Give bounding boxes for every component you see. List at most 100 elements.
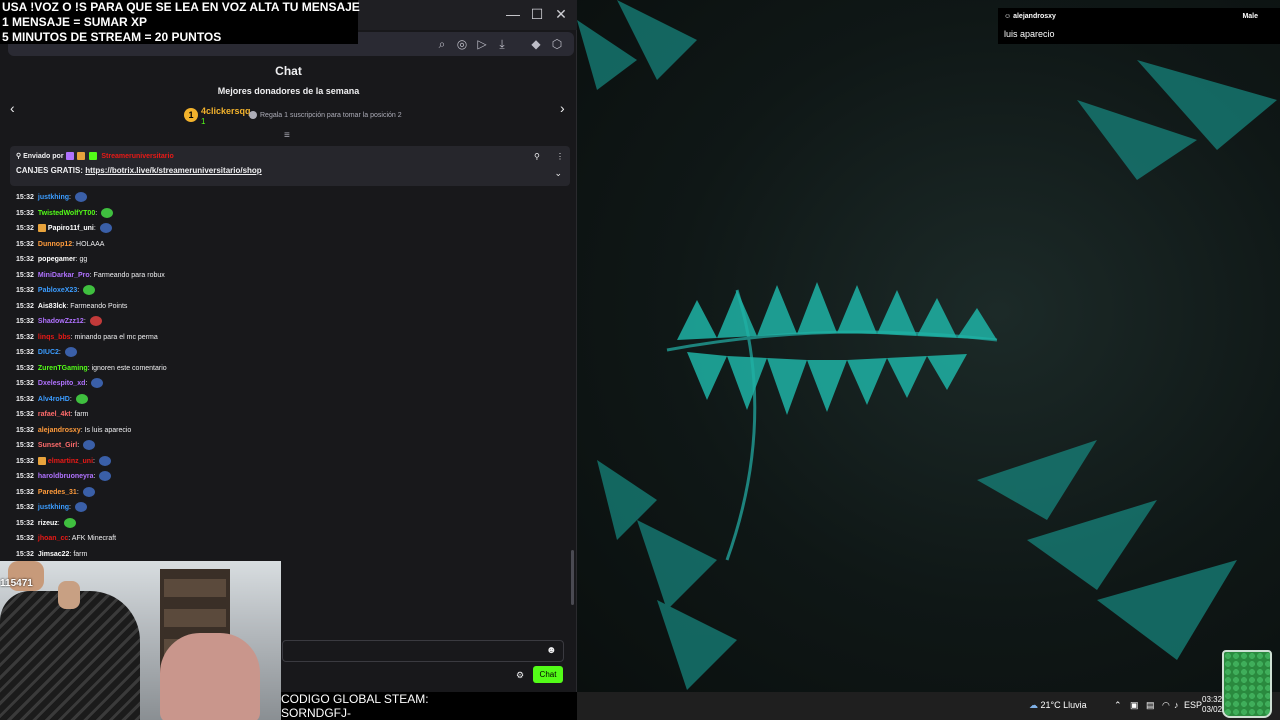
cube-icon[interactable]: ⬡ — [549, 36, 565, 52]
donor-name[interactable]: 4clickersqq — [201, 106, 251, 116]
chat-input[interactable] — [282, 640, 564, 662]
more-options-icon[interactable]: ⋮ — [556, 152, 564, 161]
message-username[interactable]: Alv4roHD — [38, 396, 70, 403]
overlay-line: USA !VOZ O !S PARA QUE SE LEA EN VOZ ALT… — [2, 0, 360, 14]
chair-image — [160, 633, 260, 720]
message-username[interactable]: Sunset_Girl — [38, 442, 77, 449]
pinned-link[interactable]: https://botrix.live/k/streameruniversita… — [85, 166, 262, 175]
tray-app-icon[interactable]: ▣ — [1130, 700, 1139, 711]
message-separator: : — [83, 318, 88, 325]
message-username[interactable]: Ais83lck — [38, 303, 66, 310]
message-time: 15:32 — [16, 302, 34, 310]
donor-count: 1 — [201, 117, 206, 126]
chat-message: 15:32 rafael_4kt: farm — [16, 407, 566, 423]
message-username[interactable]: alejandrosxy — [38, 427, 81, 434]
message-time: 15:32 — [16, 240, 34, 248]
next-arrow-icon[interactable]: › — [560, 100, 565, 116]
shield-icon[interactable]: ◎ — [454, 36, 470, 52]
message-username[interactable]: Dxelespito_xd — [38, 380, 85, 387]
message-username[interactable]: MiniDarkar_Pro — [38, 272, 90, 279]
badge-icon — [65, 152, 74, 161]
zoom-icon[interactable]: ⌕ — [434, 36, 450, 52]
message-username[interactable]: jhoan_cc — [38, 535, 68, 542]
volume-icon[interactable]: ♪ — [1174, 700, 1179, 710]
desktop-wallpaper — [577, 0, 1280, 692]
close-button[interactable]: ✕ — [549, 6, 573, 23]
chat-message: 15:32 alejandrosxy: Is luis aparecio — [16, 423, 566, 439]
message-text: Is luis aparecio — [84, 426, 132, 434]
chat-message: 15:32 Sunset_Girl: — [16, 438, 566, 454]
message-username[interactable]: ZurenTGaming — [38, 365, 88, 372]
message-time: 15:32 — [16, 504, 34, 511]
message-text: farm — [73, 550, 88, 558]
message-username[interactable]: haroldbruoneyra — [38, 473, 94, 480]
extension-icon[interactable]: ◆ — [528, 36, 544, 52]
message-separator: : — [93, 225, 98, 232]
chat-message: 15:32 Jimsac22: farm — [16, 547, 566, 563]
send-chat-button[interactable]: Chat — [533, 666, 563, 683]
message-username[interactable]: Dunnop12 — [38, 241, 72, 248]
message-username[interactable]: ShadowZzz12 — [38, 318, 84, 325]
overlay-line: 1 MENSAJE = SUMAR XP — [2, 15, 148, 29]
emote-icon — [91, 378, 104, 389]
message-time: 15:32 — [16, 225, 34, 232]
message-separator: : — [57, 519, 62, 527]
message-text: farm — [74, 411, 89, 418]
message-username[interactable]: linqs_bbs — [38, 334, 71, 341]
message-separator: : — [58, 349, 63, 356]
emote-icon — [63, 517, 76, 528]
emote-icon — [101, 207, 114, 218]
emote-icon — [74, 502, 87, 513]
message-list: 15:32 justkhing: 15:32 TwistedWolfYT00: 15… — [16, 190, 566, 562]
message-time: 15:32 — [16, 442, 34, 449]
clock-date: 03/02/ — [1202, 705, 1225, 714]
message-time: 15:32 — [16, 380, 34, 387]
message-time: 15:32 — [16, 550, 34, 558]
message-username[interactable]: Jimsac22 — [38, 551, 70, 558]
gear-icon[interactable]: ⚙ — [516, 670, 524, 681]
pin-icon[interactable]: ⚲ — [534, 152, 540, 161]
collapse-icon[interactable]: ≡ — [284, 130, 290, 141]
message-username[interactable]: rizeuz — [38, 520, 58, 527]
prev-arrow-icon[interactable]: ‹ — [10, 100, 15, 116]
chat-message: 15:32 Alv4roHD: — [16, 392, 566, 408]
emote-icon — [99, 471, 112, 482]
wifi-icon[interactable]: ◠ — [1162, 700, 1170, 711]
language-indicator[interactable]: ESP — [1184, 700, 1202, 710]
message-username[interactable]: rafael_4kt — [38, 411, 71, 418]
info-icon — [249, 111, 257, 119]
weather-widget[interactable]: ☁ 21°C Lluvia — [1029, 700, 1087, 711]
message-username[interactable]: TwistedWolfYT00 — [38, 210, 95, 217]
download-icon[interactable]: ⤓ — [494, 36, 510, 52]
clock[interactable]: 03:32 03/02/ — [1202, 695, 1224, 715]
message-text: HOLAAA — [76, 240, 105, 248]
tray-app-icon[interactable]: ▤ — [1146, 700, 1155, 711]
message-text: gg — [79, 256, 88, 263]
message-time: 15:32 — [16, 256, 34, 263]
minimize-button[interactable]: — — [501, 6, 525, 22]
chevron-up-icon[interactable]: ⌃ — [1114, 700, 1122, 711]
message-username[interactable]: elmartinz_uni — [48, 458, 93, 465]
notification-user: ☺ alejandrosxy — [1004, 13, 1056, 20]
message-username[interactable]: Paredes_31 — [38, 489, 77, 496]
chat-message: 15:32 rizeuz: — [16, 516, 566, 532]
scrollbar[interactable] — [571, 550, 574, 605]
message-username[interactable]: justkhing — [38, 504, 69, 511]
message-separator: : — [69, 504, 73, 511]
message-username[interactable]: Papiro11f_uni — [48, 225, 94, 232]
emoji-icon[interactable]: ☻ — [546, 645, 557, 656]
message-username[interactable]: DIUC2 — [38, 349, 59, 356]
message-username[interactable]: PabloxeX23 — [38, 287, 77, 294]
person-image — [0, 591, 140, 720]
chevron-down-icon[interactable]: ⌄ — [554, 168, 562, 179]
message-time: 15:32 — [16, 488, 34, 496]
message-time: 15:32 — [16, 209, 34, 217]
message-username[interactable]: popegamer — [38, 256, 76, 263]
chat-message: 15:32 Dxelespito_xd: — [16, 376, 566, 392]
message-separator: : — [93, 473, 98, 480]
chat-title: Chat — [275, 64, 302, 78]
message-username[interactable]: justkhing — [38, 194, 69, 201]
maximize-button[interactable]: ☐ — [525, 6, 549, 23]
play-icon[interactable]: ▷ — [474, 36, 490, 52]
pinned-by-user[interactable]: Streameruniversitario — [101, 153, 173, 160]
